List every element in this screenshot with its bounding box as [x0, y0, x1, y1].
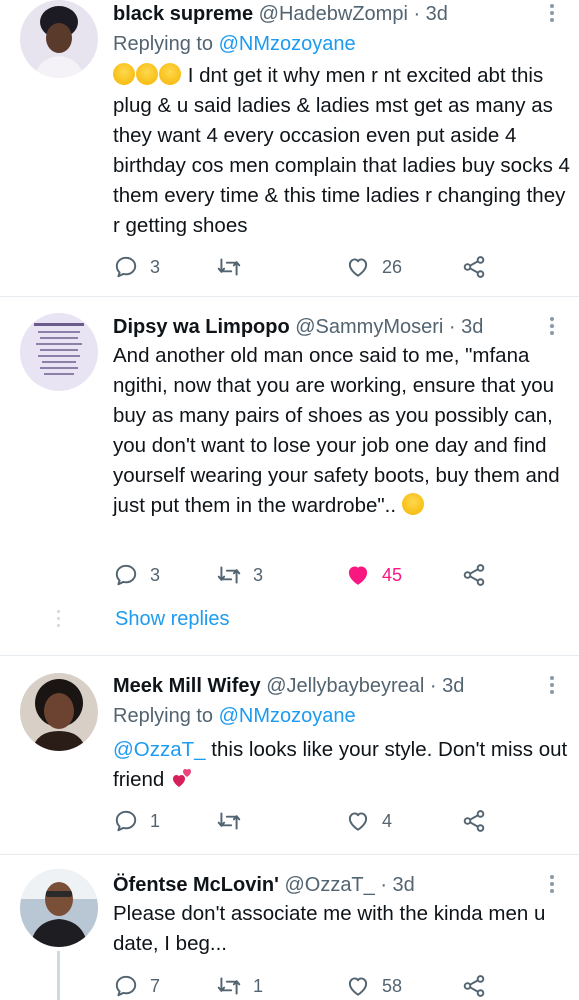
reply-count: 1: [150, 810, 161, 831]
user-handle[interactable]: @HadebwZompi: [259, 3, 408, 25]
more-icon[interactable]: [549, 873, 555, 893]
more-icon[interactable]: [549, 2, 555, 22]
retweet-icon: [217, 258, 241, 276]
like-count: 26: [382, 256, 403, 277]
share-button[interactable]: [461, 252, 487, 282]
retweet-count: 1: [253, 975, 264, 996]
timestamp[interactable]: · 3d: [380, 874, 414, 896]
tweet-actions: 3 26: [113, 252, 493, 282]
tweet-text-content: Please don't associate me with the kinda…: [113, 902, 546, 955]
like-button[interactable]: 26: [345, 252, 402, 282]
like-count: 4: [382, 810, 393, 831]
tweet-black-supreme[interactable]: black supreme @HadebwZompi · 3d Replying…: [0, 0, 579, 296]
tweet-actions: 1 4: [113, 806, 493, 836]
tweet-text: And another old man once said to me, "mf…: [113, 341, 573, 521]
more-icon[interactable]: [549, 315, 555, 335]
replying-to-label: Replying to: [113, 33, 219, 55]
display-name[interactable]: Öfentse McLovin': [113, 874, 279, 896]
tweet-actions: 7 1 58: [113, 971, 493, 1000]
tweet-header: Dipsy wa Limpopo @SammyMoseri · 3d: [113, 314, 539, 340]
tweet-header: Öfentse McLovin' @OzzaT_ · 3d: [113, 872, 539, 898]
replying-to: Replying to @NMzozoyane: [113, 703, 356, 729]
user-handle[interactable]: @Jellybaybeyreal: [266, 675, 424, 697]
reply-button[interactable]: 3: [113, 252, 160, 282]
share-button[interactable]: [461, 806, 487, 836]
retweet-icon: [217, 812, 241, 830]
thread-continuation-dots: [55, 610, 61, 631]
tweet-header: black supreme @HadebwZompi · 3d: [113, 1, 539, 27]
replying-to-label: Replying to: [113, 705, 219, 727]
tweet-header: Meek Mill Wifey @Jellybaybeyreal · 3d: [113, 673, 539, 699]
avatar[interactable]: [20, 0, 98, 78]
like-icon: [348, 812, 368, 831]
thread-line: [57, 951, 60, 1000]
retweet-button[interactable]: 3: [216, 560, 263, 590]
replying-to-handle[interactable]: @NMzozoyane: [219, 33, 356, 55]
reply-count: 3: [150, 564, 161, 585]
more-icon[interactable]: [549, 674, 555, 694]
timestamp[interactable]: · 3d: [413, 3, 447, 25]
avatar[interactable]: [20, 869, 98, 947]
avatar[interactable]: [20, 673, 98, 751]
tweet-text-content: And another old man once said to me, "mf…: [113, 344, 560, 517]
like-count: 45: [382, 564, 403, 585]
user-handle[interactable]: @OzzaT_: [284, 874, 374, 896]
avatar[interactable]: [20, 313, 98, 391]
replying-to: Replying to @NMzozoyane: [113, 31, 356, 57]
timestamp[interactable]: · 3d: [430, 675, 464, 697]
reply-button[interactable]: 3: [113, 560, 160, 590]
tweet-meek-mill-wifey[interactable]: Meek Mill Wifey @Jellybaybeyreal · 3d Re…: [0, 656, 579, 854]
retweet-button[interactable]: [216, 806, 253, 836]
display-name[interactable]: Dipsy wa Limpopo: [113, 316, 290, 338]
two-hearts-emoji-icon: [172, 769, 191, 787]
show-replies-link[interactable]: Show replies: [115, 608, 230, 631]
tweet-ofentse-mclovin[interactable]: Öfentse McLovin' @OzzaT_ · 3d Please don…: [0, 855, 579, 1000]
reply-count: 3: [150, 256, 161, 277]
reply-icon: [115, 975, 137, 997]
share-icon: [463, 564, 485, 586]
tweet-text: Please don't associate me with the kinda…: [113, 899, 573, 959]
retweet-button[interactable]: [216, 252, 253, 282]
user-handle[interactable]: @SammyMoseri: [295, 316, 443, 338]
tweet-text: @OzzaT_ this looks like your style. Don'…: [113, 735, 573, 795]
replying-to-handle[interactable]: @NMzozoyane: [219, 705, 356, 727]
like-icon: [348, 258, 368, 277]
reply-button[interactable]: 7: [113, 971, 160, 1000]
reply-icon: [115, 564, 137, 586]
share-icon: [463, 256, 485, 278]
share-button[interactable]: [461, 971, 487, 1000]
laughing-emoji-icon: [136, 63, 158, 85]
tweet-dipsy-wa-limpopo[interactable]: Dipsy wa Limpopo @SammyMoseri · 3d And a…: [0, 297, 579, 657]
reply-icon: [115, 256, 137, 278]
display-name[interactable]: black supreme: [113, 3, 253, 25]
like-button[interactable]: 4: [345, 806, 392, 836]
retweet-count: 3: [253, 564, 264, 585]
like-button[interactable]: 45: [345, 560, 402, 590]
reply-count: 7: [150, 975, 161, 996]
like-button[interactable]: 58: [345, 971, 402, 1000]
mention-link[interactable]: @OzzaT_: [113, 738, 206, 761]
thinking-emoji-icon: [401, 493, 424, 515]
tweet-text-content: I dnt get it why men r nt excited abt th…: [113, 64, 570, 237]
like-icon: [348, 566, 368, 585]
retweet-icon: [217, 977, 241, 995]
share-icon: [463, 975, 485, 997]
reply-button[interactable]: 1: [113, 806, 160, 836]
like-count: 58: [382, 975, 403, 996]
tweet-actions: 3 3 45: [113, 560, 493, 590]
share-icon: [463, 810, 485, 832]
retweet-button[interactable]: 1: [216, 971, 263, 1000]
reply-icon: [115, 810, 137, 832]
laughing-emoji-icon: [113, 63, 135, 85]
display-name[interactable]: Meek Mill Wifey: [113, 675, 261, 697]
tweet-text: I dnt get it why men r nt excited abt th…: [113, 61, 573, 241]
timestamp[interactable]: · 3d: [449, 316, 483, 338]
retweet-icon: [217, 566, 241, 584]
like-icon: [348, 977, 368, 996]
share-button[interactable]: [461, 560, 487, 590]
laughing-emoji-icon: [159, 63, 181, 85]
